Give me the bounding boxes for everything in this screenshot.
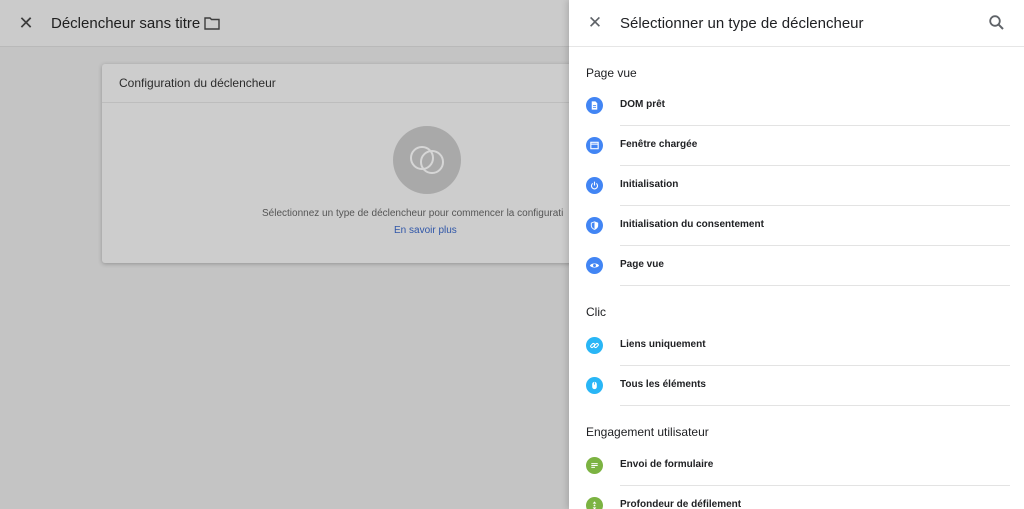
divider: [620, 405, 1010, 406]
trigger-type-page-view[interactable]: Page vue: [569, 246, 1024, 286]
trigger-type-label: Initialisation: [620, 179, 679, 190]
trigger-type-label: Profondeur de défilement: [620, 499, 742, 509]
learn-more-link[interactable]: En savoir plus: [394, 225, 457, 236]
trigger-type-dom-ready[interactable]: DOM prêt: [569, 86, 1024, 126]
section-title-click: Clic: [586, 305, 606, 319]
trigger-type-consent-initialization[interactable]: Initialisation du consentement: [569, 206, 1024, 246]
trigger-type-label: DOM prêt: [620, 99, 665, 110]
card-hint: Sélectionnez un type de déclencheur pour…: [262, 208, 564, 219]
trigger-configuration-card[interactable]: Configuration du déclencheur Sélectionne…: [102, 64, 592, 263]
trigger-type-panel: ✕ Sélectionner un type de déclencheur Pa…: [569, 0, 1024, 509]
trigger-placeholder-icon[interactable]: [393, 126, 461, 194]
panel-title: Sélectionner un type de déclencheur: [620, 15, 864, 32]
trigger-type-label: Initialisation du consentement: [620, 219, 764, 230]
window-icon: [586, 137, 603, 154]
divider: [620, 285, 1010, 286]
trigger-type-scroll-depth[interactable]: Profondeur de défilement: [569, 486, 1024, 509]
scroll-icon: [586, 497, 603, 509]
search-icon[interactable]: [988, 14, 1006, 32]
trigger-type-form-submission[interactable]: Envoi de formulaire: [569, 446, 1024, 486]
trigger-type-label: Liens uniquement: [620, 339, 706, 350]
close-icon[interactable]: ✕: [585, 13, 605, 33]
trigger-type-window-loaded[interactable]: Fenêtre chargée: [569, 126, 1024, 166]
trigger-type-label: Envoi de formulaire: [620, 459, 714, 470]
trigger-name[interactable]: Déclencheur sans titre: [51, 15, 200, 32]
trigger-type-label: Tous les éléments: [620, 379, 706, 390]
panel-header: ✕ Sélectionner un type de déclencheur: [569, 0, 1024, 47]
document-icon: [586, 97, 603, 114]
editor-header: ✕ Déclencheur sans titre: [0, 0, 570, 47]
power-icon: [586, 177, 603, 194]
mouse-icon: [586, 377, 603, 394]
trigger-type-label: Fenêtre chargée: [620, 139, 698, 150]
section-title-page-view: Page vue: [586, 66, 637, 80]
form-icon: [586, 457, 603, 474]
folder-icon[interactable]: [204, 16, 220, 30]
link-icon: [586, 337, 603, 354]
trigger-type-all-elements[interactable]: Tous les éléments: [569, 366, 1024, 406]
eye-icon: [586, 257, 603, 274]
section-title-user-engagement: Engagement utilisateur: [586, 425, 709, 439]
shield-icon: [586, 217, 603, 234]
divider: [102, 102, 592, 103]
trigger-type-label: Page vue: [620, 259, 664, 270]
trigger-type-initialization[interactable]: Initialisation: [569, 166, 1024, 206]
trigger-type-just-links[interactable]: Liens uniquement: [569, 326, 1024, 366]
close-icon[interactable]: ✕: [15, 12, 37, 34]
card-title: Configuration du déclencheur: [119, 76, 276, 90]
trigger-editor: ✕ Déclencheur sans titre Configuration d…: [0, 0, 592, 509]
